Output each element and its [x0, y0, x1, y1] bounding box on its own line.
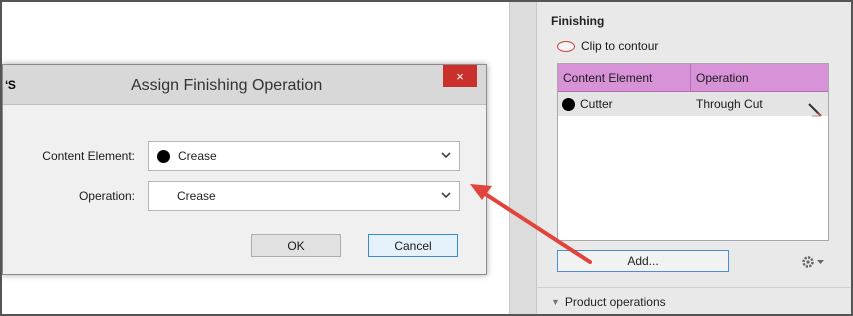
column-header-content-element[interactable]: Content Element: [558, 64, 691, 91]
black-dot-icon: [157, 149, 170, 163]
dialog-titlebar[interactable]: ‘S Assign Finishing Operation ×: [3, 65, 486, 105]
operation-label: Operation:: [78, 189, 135, 203]
panel-separator: [509, 2, 537, 314]
ok-button[interactable]: OK: [251, 234, 341, 257]
pen-icon[interactable]: [806, 101, 822, 117]
finishing-table: Content Element Operation Cutter Through…: [557, 63, 829, 241]
content-element-value: Crease: [178, 149, 217, 163]
clip-to-contour-option[interactable]: Clip to contour: [557, 38, 658, 54]
gear-menu-button[interactable]: [801, 252, 831, 272]
cell-operation: Through Cut: [691, 97, 828, 117]
dialog-title: Assign Finishing Operation: [131, 77, 323, 94]
column-header-operation[interactable]: Operation: [691, 64, 828, 91]
content-element-select[interactable]: Crease: [148, 141, 460, 171]
panel-divider: [537, 287, 851, 288]
table-row[interactable]: Cutter Through Cut: [558, 92, 828, 117]
operation-value: Crease: [177, 189, 216, 203]
product-operations-section[interactable]: ▼ Product operations: [551, 295, 666, 309]
add-button[interactable]: Add...: [557, 250, 729, 272]
cancel-button[interactable]: Cancel: [368, 234, 458, 257]
assign-finishing-dialog: ‘S Assign Finishing Operation × Content …: [2, 64, 487, 275]
chevron-down-icon: [441, 152, 451, 159]
chevron-down-icon: [441, 192, 451, 199]
chevron-down-icon: [817, 259, 824, 264]
close-icon: ×: [456, 68, 464, 84]
finishing-panel: Finishing Clip to contour Content Elemen…: [537, 2, 851, 314]
cell-operation-text: Through Cut: [696, 97, 763, 111]
clip-to-contour-label: Clip to contour: [581, 39, 659, 53]
table-header: Content Element Operation: [558, 64, 828, 92]
close-button[interactable]: ×: [443, 65, 477, 87]
content-element-label: Content Element:: [42, 149, 135, 163]
operation-select[interactable]: Crease: [148, 181, 460, 211]
cell-content-element: Cutter: [558, 97, 691, 111]
triangle-icon: ▼: [551, 297, 560, 307]
dialog-body: Content Element: Crease Operation: Creas…: [3, 105, 486, 274]
clip-oval-icon: [557, 40, 575, 52]
cell-element-text: Cutter: [580, 97, 613, 111]
product-operations-label: Product operations: [564, 295, 666, 309]
panel-title: Finishing: [551, 14, 605, 28]
black-dot-icon: [562, 97, 575, 111]
app-badge: ‘S: [5, 78, 16, 92]
gear-icon: [802, 256, 814, 268]
